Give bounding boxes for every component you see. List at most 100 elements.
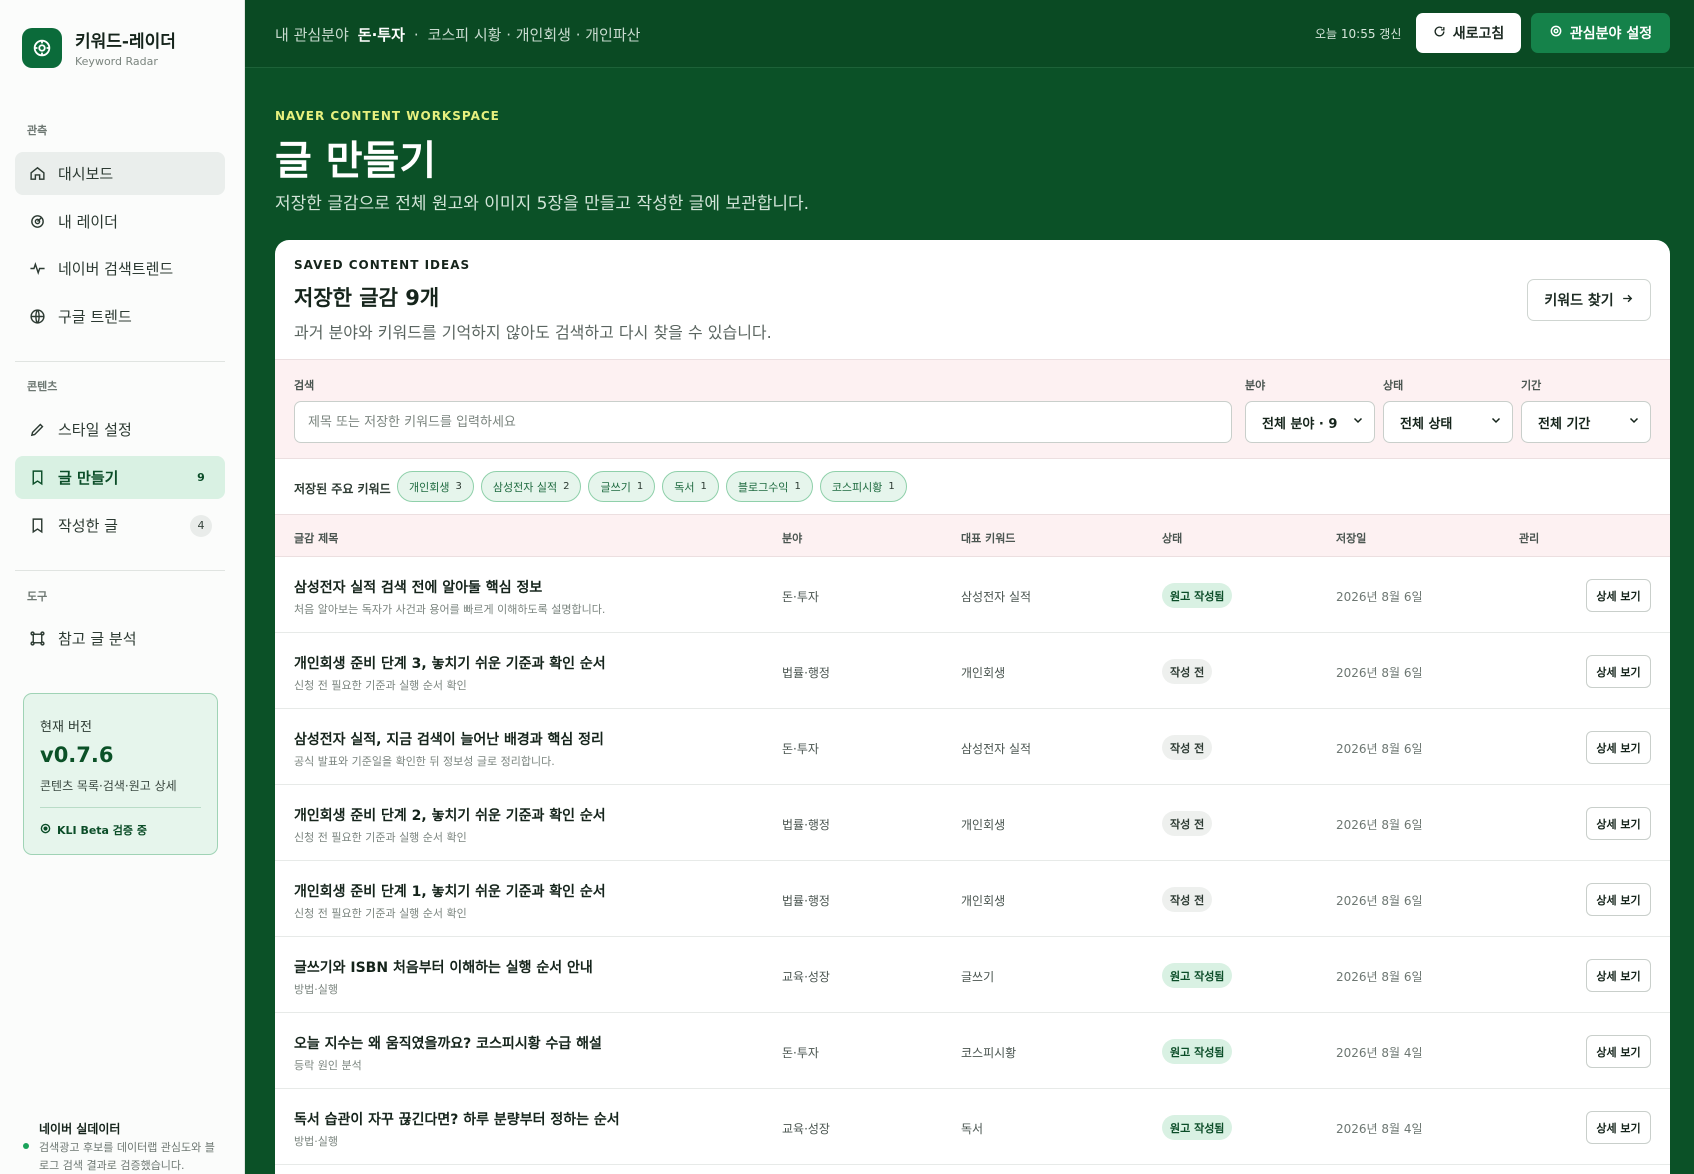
- table-row[interactable]: 오늘 지수는 왜 움직였을까요? 코스피시황 수급 해설 등락 원인 분석 돈·투자…: [275, 1013, 1670, 1089]
- chip-name: 독서: [674, 480, 695, 494]
- card-subtitle: 과거 분야와 키워드를 기억하지 않아도 검색하고 다시 찾을 수 있습니다.: [294, 323, 772, 342]
- globe-icon: [28, 308, 46, 326]
- sidebar-item-reference-analysis[interactable]: 참고 글 분석: [15, 617, 225, 660]
- category-select[interactable]: 전체 분야 · 9: [1245, 401, 1375, 443]
- column-header-status: 상태: [1162, 532, 1183, 545]
- table-row[interactable]: 글쓰기와 ISBN 처음부터 이해하는 실행 순서 안내 방법·실행 교육·성장 글쓰…: [275, 937, 1670, 1013]
- row-date: 2026년 8월 6일: [1336, 742, 1423, 756]
- sidebar-item-dashboard[interactable]: 대시보드: [15, 152, 225, 195]
- search-input[interactable]: [294, 401, 1232, 443]
- table-row[interactable]: 삼성전자 실적, 지금 검색이 늘어난 배경과 핵심 정리공식 발표와 기준일을…: [275, 709, 1670, 785]
- keyword-chip[interactable]: 독서 1: [662, 471, 719, 502]
- gear-icon: [1549, 24, 1563, 42]
- sidebar-item-my-radar[interactable]: 내 레이더: [15, 200, 225, 243]
- detail-button[interactable]: 상세 보기: [1586, 807, 1651, 840]
- row-title[interactable]: 개인회생 준비 단계 3, 놓치기 쉬운 기준과 확인 순서: [294, 653, 606, 673]
- keyword-chip[interactable]: 삼성전자 실적 2: [480, 471, 582, 502]
- sidebar-item-style-settings[interactable]: 스타일 설정: [15, 408, 225, 451]
- row-keyword: 개인회생: [961, 894, 1006, 908]
- status-select-value: 전체 상태: [1400, 416, 1453, 432]
- detail-button[interactable]: 상세 보기: [1586, 579, 1651, 612]
- keyword-chip[interactable]: 글쓰기 1: [588, 471, 656, 502]
- sidebar-item-google-trends[interactable]: 구글 트렌드: [15, 295, 225, 338]
- detail-button[interactable]: 상세 보기: [1586, 883, 1651, 916]
- row-title[interactable]: 독서 습관이 자꾸 끊긴다면? 하루 분량부터 정하는 순서: [294, 1109, 620, 1129]
- section-label-observe: 관측: [27, 124, 48, 137]
- footer-desc: 검색광고 후보를 데이터랩 관심도와 블로그 검색 결과로 검증했습니다.: [39, 1141, 215, 1172]
- sidebar-item-label: 네이버 검색트렌드: [58, 260, 174, 278]
- chip-count: 2: [563, 481, 570, 492]
- column-header-date: 저장일: [1336, 532, 1367, 545]
- chevron-down-icon: [1490, 414, 1502, 430]
- row-category: 교육·성장: [782, 1122, 830, 1136]
- footer-title: 네이버 실데이터: [39, 1122, 121, 1136]
- breadcrumb-sep: ·: [413, 25, 419, 44]
- status-select[interactable]: 전체 상태: [1383, 401, 1513, 443]
- table-row[interactable]: 삼성전자 실적 검색 전에 알아둘 핵심 정보처음 알아보는 독자가 사건과 용…: [275, 557, 1670, 633]
- row-title[interactable]: 오늘 지수는 왜 움직였을까요? 코스피시황 수급 해설: [294, 1033, 602, 1053]
- row-date: 2026년 8월 6일: [1336, 818, 1423, 832]
- detail-button[interactable]: 상세 보기: [1586, 959, 1651, 992]
- count-badge: 9: [197, 471, 205, 484]
- status-label: 상태: [1383, 379, 1404, 392]
- row-desc: 방법·실행: [294, 1135, 338, 1148]
- detail-button[interactable]: 상세 보기: [1586, 1111, 1651, 1144]
- sidebar-item-create-post[interactable]: 글 만들기 9: [15, 456, 225, 499]
- period-label: 기간: [1521, 379, 1542, 392]
- detail-button[interactable]: 상세 보기: [1586, 1035, 1651, 1068]
- table-row[interactable]: 개인회생 준비 단계 2, 놓치기 쉬운 기준과 확인 순서 신청 전 필요한 기…: [275, 785, 1670, 861]
- row-desc: 처음 알아보는 독자가 사건과 용어를 빠르게 이해하도록 설명합니다.: [294, 603, 606, 616]
- keyword-chip[interactable]: 블로그수익 1: [725, 471, 813, 502]
- search-label: 검색: [294, 379, 315, 392]
- version-label: 현재 버전: [40, 720, 92, 735]
- period-select[interactable]: 전체 기간: [1521, 401, 1651, 443]
- table-row[interactable]: 개인회생 준비 단계 3, 놓치기 쉬운 기준과 확인 순서 신청 전 필요한 기…: [275, 633, 1670, 709]
- refresh-icon: [1433, 25, 1446, 42]
- keyword-chip[interactable]: 개인회생 3: [397, 471, 474, 502]
- row-category: 법률·행정: [782, 818, 830, 832]
- row-date: 2026년 8월 6일: [1336, 590, 1423, 604]
- row-desc: 공식 발표와 기준일을 확인한 뒤 정보성 글로 정리합니다.: [294, 755, 555, 768]
- count-badge: 4: [190, 514, 212, 537]
- status-badge: 작성 전: [1162, 735, 1213, 760]
- row-date: 2026년 8월 4일: [1336, 1046, 1423, 1060]
- bookmark-icon: [28, 469, 46, 487]
- sidebar-divider: [15, 361, 225, 362]
- chip-count: 1: [700, 481, 707, 492]
- table-row[interactable]: 독서 습관이 자꾸 끊긴다면? 하루 분량부터 정하는 순서방법·실행 교육·성장…: [275, 1089, 1670, 1165]
- row-desc: 방법·실행: [294, 983, 338, 996]
- row-title[interactable]: 글쓰기와 ISBN 처음부터 이해하는 실행 순서 안내: [294, 957, 593, 977]
- row-keyword: 개인회생: [961, 666, 1006, 680]
- brand[interactable]: 키워드-레이더 Keyword Radar: [22, 27, 176, 68]
- column-header-manage: 관리: [1519, 532, 1540, 545]
- row-title[interactable]: 개인회생 준비 단계 1, 놓치기 쉬운 기준과 확인 순서: [294, 881, 606, 901]
- sidebar-item-naver-trend[interactable]: 네이버 검색트렌드: [15, 247, 225, 290]
- breadcrumb-active[interactable]: 돈·투자: [358, 24, 405, 45]
- table-row[interactable]: 개인회생 준비 단계 1, 놓치기 쉬운 기준과 확인 순서 신청 전 필요한 기…: [275, 861, 1670, 937]
- row-title[interactable]: 삼성전자 실적 검색 전에 알아둘 핵심 정보: [294, 577, 542, 597]
- find-keyword-button[interactable]: 키워드 찾기: [1527, 279, 1651, 321]
- version-divider: [40, 807, 201, 808]
- sidebar-item-written-posts[interactable]: 작성한 글 4: [15, 504, 225, 547]
- row-date: 2026년 8월 4일: [1336, 1122, 1423, 1136]
- category-select-value: 전체 분야 · 9: [1262, 416, 1338, 432]
- interest-settings-label: 관심분야 설정: [1569, 26, 1653, 42]
- target-icon: [40, 823, 51, 837]
- row-title[interactable]: 개인회생 준비 단계 2, 놓치기 쉬운 기준과 확인 순서: [294, 805, 606, 825]
- chip-name: 글쓰기: [600, 480, 631, 494]
- refresh-button[interactable]: 새로고침: [1416, 13, 1521, 53]
- detail-button[interactable]: 상세 보기: [1586, 655, 1651, 688]
- row-keyword: 삼성전자 실적: [961, 590, 1032, 604]
- sidebar-item-label: 구글 트렌드: [58, 308, 132, 326]
- detail-button[interactable]: 상세 보기: [1586, 731, 1651, 764]
- row-category: 법률·행정: [782, 894, 830, 908]
- version-status-text: KLI Beta 검증 중: [57, 824, 148, 837]
- row-keyword: 삼성전자 실적: [961, 742, 1032, 756]
- keyword-chip[interactable]: 코스피시황 1: [819, 471, 907, 502]
- table-header: 글감 제목 분야 대표 키워드 상태 저장일 관리: [275, 515, 1670, 557]
- version-card: 현재 버전 v0.7.6 콘텐츠 목록·검색·원고 상세 KLI Beta 검증…: [23, 693, 218, 855]
- top-bar: 내 관심분야 돈·투자 · 코스피 시황 · 개인회생 · 개인파산 오늘 10…: [245, 0, 1694, 68]
- chevron-down-icon: [1352, 414, 1364, 430]
- row-title[interactable]: 삼성전자 실적, 지금 검색이 늘어난 배경과 핵심 정리: [294, 729, 604, 749]
- interest-settings-button[interactable]: 관심분야 설정: [1531, 13, 1670, 53]
